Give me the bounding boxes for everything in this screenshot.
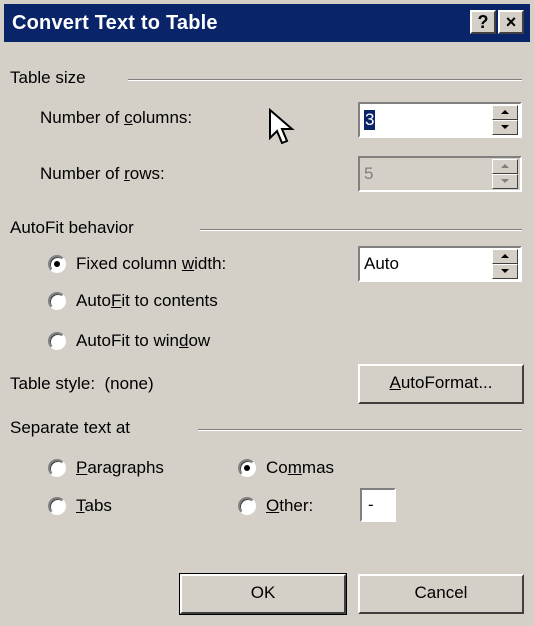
help-button[interactable]: ? xyxy=(470,10,496,34)
commas-radio[interactable] xyxy=(238,459,256,477)
table-size-group-label: Table size xyxy=(10,68,94,88)
fixed-width-spinner[interactable]: Auto xyxy=(358,246,522,282)
paragraphs-label[interactable]: Paragraphs xyxy=(76,458,164,478)
columns-spinner[interactable]: 3 xyxy=(358,102,522,138)
commas-label[interactable]: Commas xyxy=(266,458,334,478)
mouse-pointer-icon xyxy=(269,108,295,145)
cancel-button[interactable]: Cancel xyxy=(358,574,524,614)
table-style-label: Table style: (none) xyxy=(10,374,154,393)
title-bar[interactable]: Convert Text to Table ? × xyxy=(4,4,530,42)
fixed-width-label[interactable]: Fixed column width: xyxy=(76,254,226,274)
ok-button[interactable]: OK xyxy=(179,573,347,615)
fixed-width-down-button[interactable] xyxy=(492,264,518,279)
radio-selected-dot xyxy=(54,261,60,267)
fixed-width-radio[interactable] xyxy=(48,255,66,273)
other-radio[interactable] xyxy=(238,497,256,515)
arrow-up-icon xyxy=(501,164,509,168)
columns-value[interactable]: 3 xyxy=(364,110,376,130)
table-size-divider xyxy=(128,79,522,81)
autofit-group-label: AutoFit behavior xyxy=(10,218,142,238)
autofit-divider xyxy=(200,229,522,231)
arrow-down-icon xyxy=(501,269,509,273)
radio-selected-dot xyxy=(244,465,250,471)
other-separator-input[interactable]: - xyxy=(360,488,396,522)
convert-text-to-table-dialog: Convert Text to Table ? × Table size Num… xyxy=(0,0,534,626)
arrow-up-icon xyxy=(501,254,509,258)
paragraphs-radio[interactable] xyxy=(48,459,66,477)
tabs-label[interactable]: Tabs xyxy=(76,496,112,516)
arrow-down-icon xyxy=(501,125,509,129)
separate-group-label: Separate text at xyxy=(10,418,139,438)
other-label[interactable]: Other: xyxy=(266,496,313,516)
rows-spinner: 5 xyxy=(358,156,522,192)
other-separator-value[interactable]: - xyxy=(368,495,374,515)
rows-up-button xyxy=(492,159,518,174)
columns-up-button[interactable] xyxy=(492,105,518,120)
rows-down-button xyxy=(492,174,518,189)
autofit-window-label[interactable]: AutoFit to window xyxy=(76,331,210,351)
autofit-window-radio[interactable] xyxy=(48,332,66,350)
fixed-width-up-button[interactable] xyxy=(492,249,518,264)
rows-label: Number of rows: xyxy=(40,164,165,183)
fixed-width-value[interactable]: Auto xyxy=(364,254,399,274)
tabs-radio[interactable] xyxy=(48,497,66,515)
close-button[interactable]: × xyxy=(498,10,524,34)
autofit-contents-label[interactable]: AutoFit to contents xyxy=(76,291,218,311)
arrow-up-icon xyxy=(501,110,509,114)
arrow-down-icon xyxy=(501,179,509,183)
dialog-title: Convert Text to Table xyxy=(12,12,218,34)
rows-value: 5 xyxy=(364,164,374,183)
columns-down-button[interactable] xyxy=(492,120,518,135)
table-style-value: (none) xyxy=(104,374,154,393)
separate-divider xyxy=(198,429,522,431)
autoformat-button[interactable]: AutoFormat... xyxy=(358,364,524,404)
columns-label: Number of columns: xyxy=(40,108,193,127)
autofit-contents-radio[interactable] xyxy=(48,292,66,310)
